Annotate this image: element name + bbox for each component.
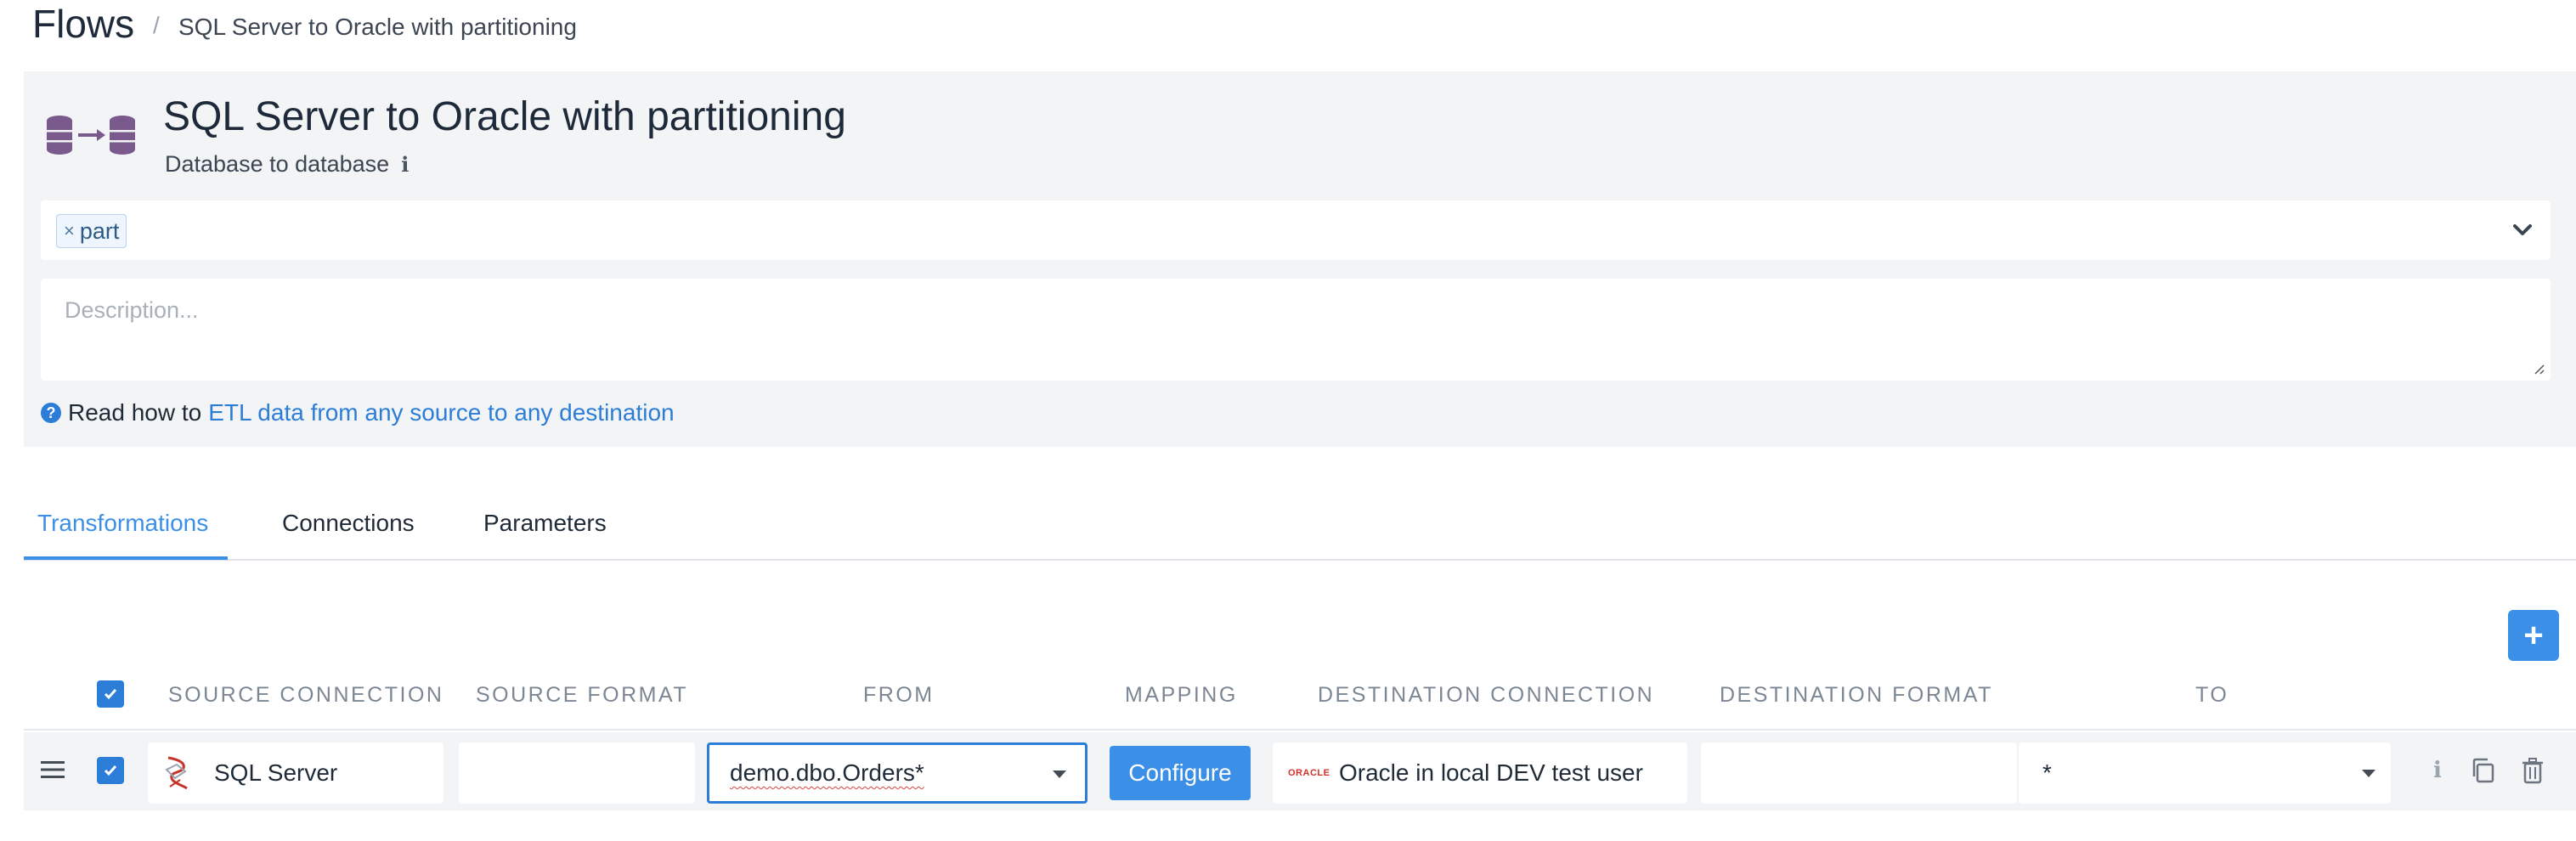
to-value: * xyxy=(2042,759,2052,786)
from-input[interactable]: demo.dbo.Orders* xyxy=(707,742,1087,804)
tag-label: part xyxy=(79,217,120,244)
check-icon xyxy=(104,689,117,700)
caret-down-icon[interactable] xyxy=(2362,770,2375,777)
column-header-destination-format: Destination format xyxy=(1720,683,1993,707)
breadcrumb-separator: / xyxy=(153,12,160,38)
sql-server-icon xyxy=(165,756,188,790)
remove-tag-icon[interactable]: × xyxy=(64,220,75,242)
source-connection-select[interactable]: SQL Server xyxy=(148,742,443,804)
tags-select[interactable]: × part xyxy=(41,200,2551,260)
source-connection-value: SQL Server xyxy=(214,759,338,786)
active-tab-indicator xyxy=(24,556,228,560)
database-to-database-icon xyxy=(47,116,135,155)
flow-type: Database to database i xyxy=(165,151,409,178)
from-value: demo.dbo.Orders* xyxy=(730,759,924,786)
caret-down-icon[interactable] xyxy=(1053,770,1066,778)
breadcrumb-current: SQL Server to Oracle with partitioning xyxy=(178,14,577,40)
to-input[interactable]: * xyxy=(2019,742,2391,804)
column-header-source-format: Source format xyxy=(476,683,689,707)
destination-connection-value: Oracle in local DEV test user xyxy=(1339,759,1643,786)
destination-format-select[interactable] xyxy=(1701,742,2017,804)
select-all-checkbox[interactable] xyxy=(97,680,124,708)
duplicate-icon[interactable] xyxy=(2469,756,2498,785)
tag-chip: × part xyxy=(56,214,127,248)
breadcrumb-root[interactable]: Flows xyxy=(32,2,134,46)
column-header-source-connection: Source connection xyxy=(168,683,444,707)
check-icon xyxy=(104,765,117,776)
header-divider xyxy=(24,729,2576,731)
tab-parameters[interactable]: Parameters xyxy=(483,510,607,537)
description-placeholder: Description... xyxy=(65,297,199,323)
chevron-down-icon[interactable] xyxy=(2510,217,2535,243)
resize-handle-icon[interactable] xyxy=(2532,362,2545,375)
column-header-mapping: Mapping xyxy=(1125,683,1238,707)
source-format-select[interactable] xyxy=(459,742,695,804)
help-link[interactable]: ETL data from any source to any destinat… xyxy=(208,399,674,426)
help-prefix: Read how to xyxy=(68,399,202,426)
column-header-to: To xyxy=(2195,683,2229,707)
flow-type-label: Database to database xyxy=(165,151,390,177)
add-transformation-button[interactable]: + xyxy=(2508,610,2559,661)
help-line: ? Read how to ETL data from any source t… xyxy=(41,399,675,426)
info-icon[interactable]: i xyxy=(401,152,409,177)
row-info-icon[interactable]: i xyxy=(2423,756,2452,785)
tabs-divider xyxy=(24,559,2576,561)
description-textarea[interactable]: Description... xyxy=(41,279,2551,381)
column-header-from: From xyxy=(863,683,935,707)
configure-mapping-button[interactable]: Configure xyxy=(1110,746,1251,800)
question-circle-icon: ? xyxy=(41,403,61,423)
drag-handle-icon[interactable] xyxy=(41,760,65,779)
tab-connections[interactable]: Connections xyxy=(282,510,415,537)
tab-transformations[interactable]: Transformations xyxy=(37,510,208,537)
destination-connection-select[interactable]: ORACLE Oracle in local DEV test user xyxy=(1273,742,1687,804)
trash-icon[interactable] xyxy=(2518,756,2547,785)
row-checkbox[interactable] xyxy=(97,757,124,784)
oracle-logo-icon: ORACLE xyxy=(1288,768,1330,778)
flow-title[interactable]: SQL Server to Oracle with partitioning xyxy=(163,93,846,140)
column-header-destination-connection: Destination connection xyxy=(1318,683,1655,707)
